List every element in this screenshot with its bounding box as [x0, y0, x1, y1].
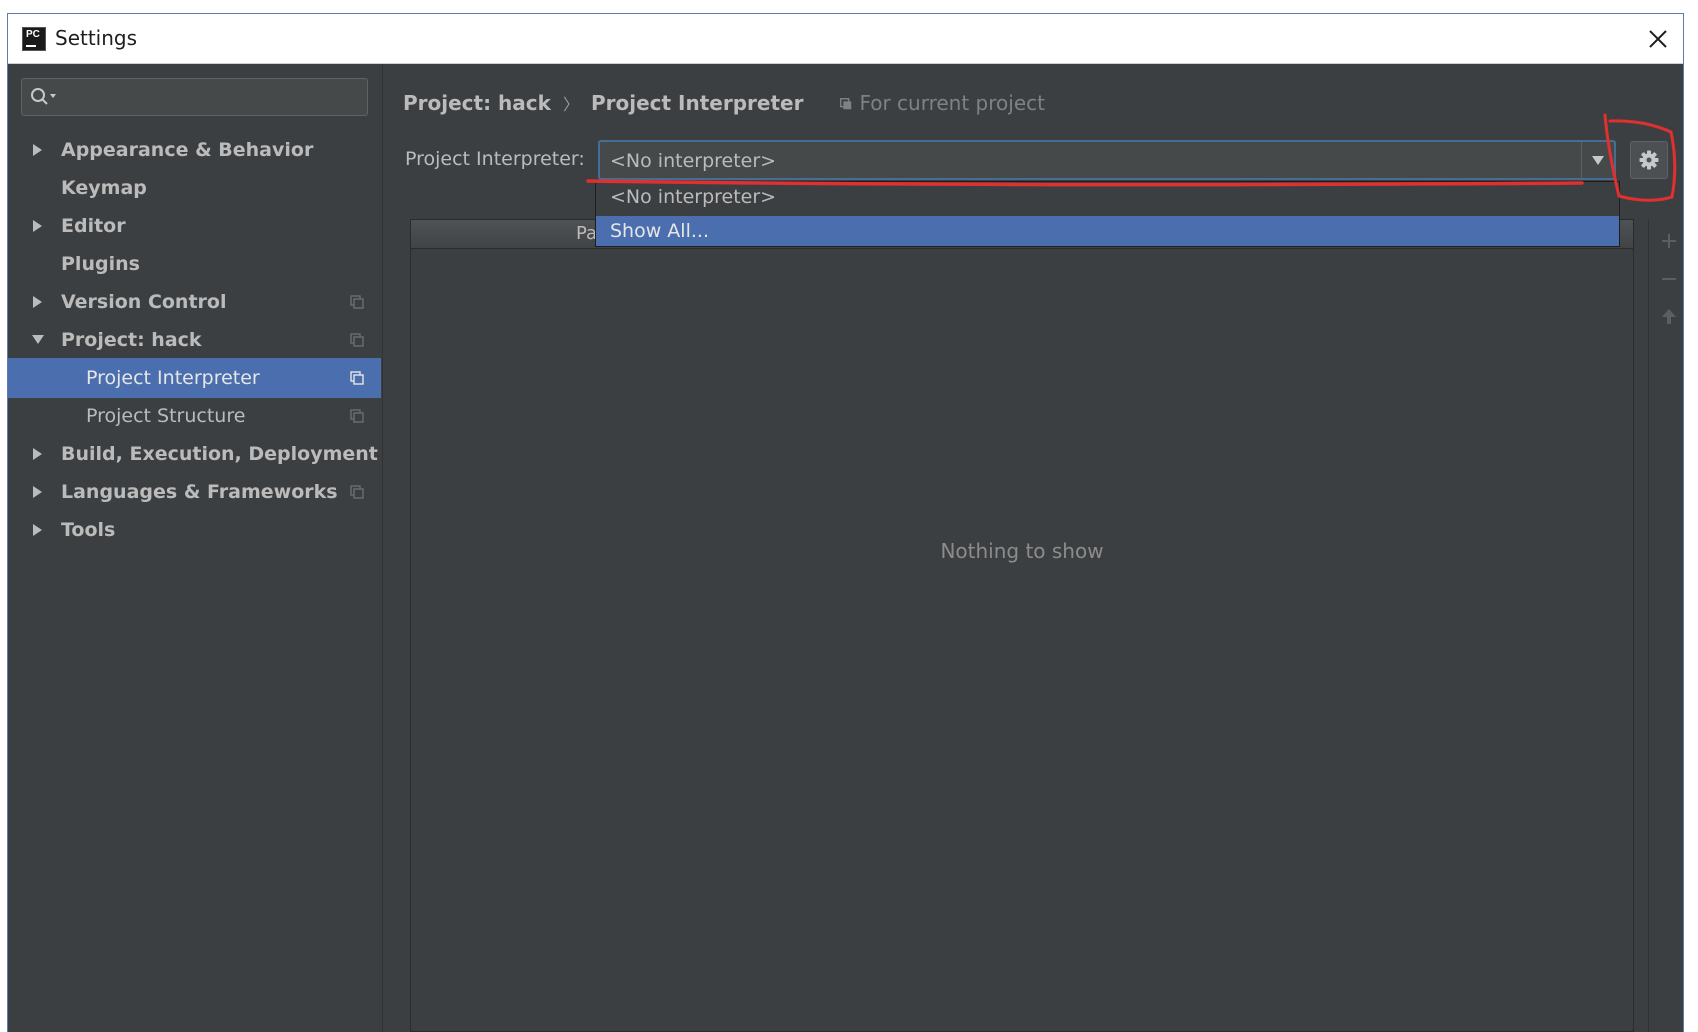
breadcrumb-separator-icon: 〉 — [562, 95, 579, 114]
window-title: Settings — [55, 26, 138, 50]
chevron-right-icon — [33, 220, 42, 232]
sidebar-item-label: Version Control — [61, 291, 227, 313]
pycharm-icon: PC — [22, 27, 46, 51]
settings-sidebar: Appearance & Behavior Keymap Editor Plug… — [8, 64, 383, 1032]
settings-search-input[interactable] — [21, 78, 368, 116]
chevron-right-icon — [33, 448, 42, 460]
sidebar-item-label: Project Interpreter — [86, 367, 260, 389]
sidebar-item-label: Languages & Frameworks — [61, 481, 338, 503]
scope-note: For current project — [839, 91, 1045, 115]
sidebar-item-label: Tools — [61, 519, 116, 541]
project-scope-icon — [350, 333, 364, 347]
project-scope-icon — [350, 295, 364, 309]
project-scope-icon — [350, 485, 364, 499]
sidebar-item-editor[interactable]: Editor — [8, 206, 381, 246]
packages-table: Pa Nothing to show — [410, 219, 1634, 1032]
sidebar-item-label: Plugins — [61, 253, 140, 275]
sidebar-item-project-interpreter[interactable]: Project Interpreter — [8, 358, 381, 398]
sidebar-item-label: Project: hack — [61, 329, 202, 351]
empty-table-message: Nothing to show — [940, 539, 1104, 563]
chevron-right-icon — [33, 486, 42, 498]
chevron-down-icon — [1592, 156, 1604, 165]
sidebar-item-keymap[interactable]: Keymap — [8, 168, 381, 208]
dropdown-option-label: Show All... — [610, 220, 709, 242]
interpreter-settings-button[interactable] — [1630, 141, 1668, 179]
dropdown-option-show-all[interactable]: Show All... — [596, 216, 1619, 246]
breadcrumb-parent: Project: hack — [403, 91, 551, 115]
project-scope-icon — [840, 98, 852, 110]
settings-window: PC Settings Appearance & Behavior Keymap… — [7, 13, 1684, 1032]
plus-icon[interactable] — [1659, 231, 1679, 251]
arrow-up-icon[interactable] — [1659, 307, 1679, 327]
sidebar-item-languages[interactable]: Languages & Frameworks — [8, 472, 381, 512]
sidebar-item-plugins[interactable]: Plugins — [8, 244, 381, 284]
chevron-down-icon — [32, 335, 44, 344]
scope-note-text: For current project — [859, 91, 1045, 115]
sidebar-item-label: Build, Execution, Deployment — [61, 443, 378, 465]
interpreter-dropdown-button[interactable] — [1581, 142, 1614, 178]
sidebar-item-appearance[interactable]: Appearance & Behavior — [8, 130, 381, 170]
minus-icon[interactable] — [1659, 269, 1679, 289]
settings-content: Project: hack 〉 Project Interpreter For cur… — [383, 64, 1683, 1032]
project-scope-icon — [350, 409, 364, 423]
gear-icon — [1639, 150, 1659, 170]
sidebar-item-project-hack[interactable]: Project: hack — [8, 320, 381, 360]
close-icon — [1649, 30, 1667, 48]
sidebar-item-build[interactable]: Build, Execution, Deployment — [8, 434, 381, 474]
title-bar: PC Settings — [8, 14, 1683, 64]
sidebar-item-version-control[interactable]: Version Control — [8, 282, 381, 322]
project-scope-icon — [350, 371, 364, 385]
close-button[interactable] — [1643, 24, 1673, 54]
interpreter-dropdown-list: <No interpreter> Show All... — [595, 181, 1620, 247]
sidebar-item-label: Project Structure — [86, 405, 246, 427]
packages-toolbar — [1648, 219, 1683, 1032]
sidebar-item-tools[interactable]: Tools — [8, 510, 381, 550]
chevron-right-icon — [33, 144, 42, 156]
sidebar-item-project-structure[interactable]: Project Structure — [8, 396, 381, 436]
dropdown-option-no-interpreter[interactable]: <No interpreter> — [596, 182, 1619, 212]
sidebar-item-label: Editor — [61, 215, 126, 237]
interpreter-label: Project Interpreter: — [405, 148, 585, 170]
breadcrumb: Project: hack 〉 Project Interpreter For cur… — [403, 91, 1045, 115]
interpreter-select[interactable]: <No interpreter> — [598, 140, 1616, 180]
dropdown-option-label: <No interpreter> — [610, 186, 777, 208]
chevron-right-icon — [33, 524, 42, 536]
sidebar-item-label: Keymap — [61, 177, 147, 199]
search-icon — [31, 88, 56, 105]
sidebar-item-label: Appearance & Behavior — [61, 139, 314, 161]
breadcrumb-current: Project Interpreter — [590, 91, 804, 115]
interpreter-select-value: <No interpreter> — [610, 150, 777, 172]
column-header-package[interactable]: Pa — [576, 223, 597, 244]
chevron-right-icon — [33, 296, 42, 308]
